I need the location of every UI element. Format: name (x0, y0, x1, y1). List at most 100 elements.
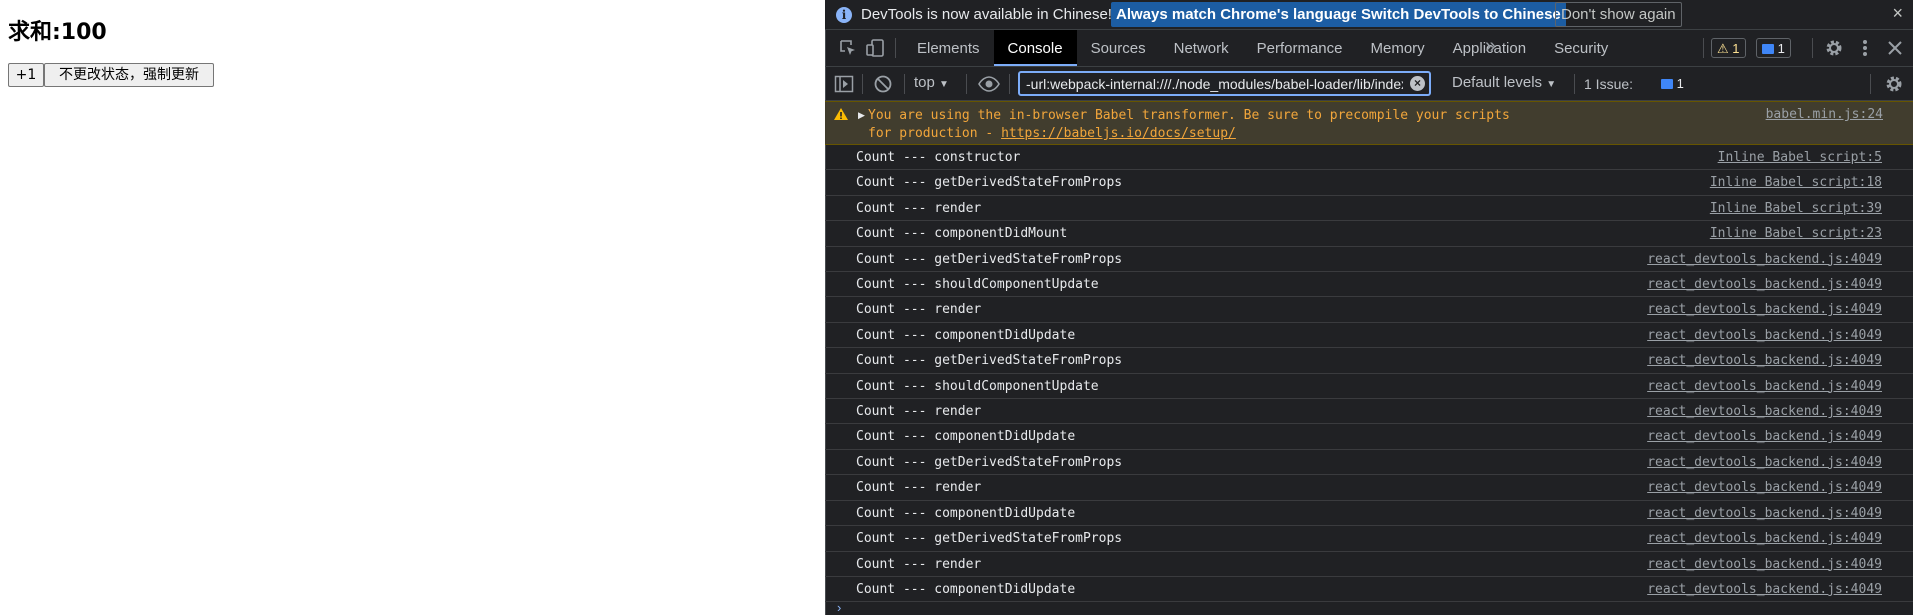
separator (1703, 38, 1704, 58)
clear-filter-icon[interactable]: × (1410, 76, 1425, 91)
log-source-link[interactable]: Inline Babel script:23 (1710, 226, 1882, 241)
inspect-element-icon[interactable] (838, 38, 858, 58)
warning-source-link[interactable]: babel.min.js:24 (1766, 107, 1883, 122)
console-warning-message: ▶ You are using the in-browser Babel tra… (825, 101, 1913, 145)
log-source-link[interactable]: react_devtools_backend.js:4049 (1647, 506, 1882, 521)
tab-memory[interactable]: Memory (1357, 30, 1439, 66)
console-settings-gear-icon[interactable] (1883, 73, 1905, 95)
message-icon (1762, 44, 1774, 54)
log-message: Count --- componentDidMount (856, 226, 1068, 242)
more-options-icon[interactable] (1855, 37, 1875, 59)
log-message: Count --- constructor (856, 150, 1021, 165)
issues-count-badge[interactable]: 1 (1661, 74, 1684, 94)
separator (1574, 74, 1575, 94)
log-source-link[interactable]: react_devtools_backend.js:4049 (1647, 302, 1882, 317)
levels-value: Default levels (1452, 74, 1543, 91)
warnings-count-badge[interactable]: ⚠ 1 (1711, 38, 1746, 58)
issues-button[interactable]: 1 Issue: (1580, 72, 1637, 96)
language-infobar: i DevTools is now available in Chinese! … (825, 0, 1913, 30)
log-message: Count --- componentDidUpdate (856, 429, 1076, 445)
log-source-link[interactable]: react_devtools_backend.js:4049 (1647, 429, 1882, 444)
log-message: Count --- render (856, 302, 982, 318)
log-source-link[interactable]: Inline Babel script:39 (1710, 201, 1882, 216)
log-source-link[interactable]: react_devtools_backend.js:4049 (1647, 404, 1882, 419)
close-devtools-icon[interactable] (1885, 37, 1905, 59)
log-source-link[interactable]: react_devtools_backend.js:4049 (1647, 531, 1882, 546)
devtools-panel: i DevTools is now available in Chinese! … (825, 0, 1913, 615)
separator (895, 38, 896, 58)
chevron-down-icon: ▼ (1546, 79, 1557, 90)
tab-security[interactable]: Security (1540, 30, 1622, 66)
log-source-link[interactable]: react_devtools_backend.js:4049 (1647, 379, 1882, 394)
console-log-row: Count --- componentDidUpdate react_devtoo… (825, 501, 1913, 527)
log-source-link[interactable]: react_devtools_backend.js:4049 (1647, 455, 1882, 470)
log-message: Count --- getDerivedStateFromProps (856, 175, 1123, 191)
log-source-link[interactable]: Inline Babel script:18 (1710, 175, 1882, 190)
log-message: Count --- getDerivedStateFromProps (856, 251, 1123, 267)
log-message: Count --- componentDidUpdate (856, 327, 1076, 343)
expand-triangle-icon[interactable]: ▶ (858, 110, 865, 121)
messages-count-badge[interactable]: 1 (1756, 38, 1791, 58)
log-source-link[interactable]: react_devtools_backend.js:4049 (1647, 252, 1882, 267)
console-log-row: Count --- render react_devtools_backend.j… (825, 552, 1913, 577)
console-log-row: Count --- render react_devtools_backend.j… (825, 475, 1913, 501)
device-toolbar-icon[interactable] (865, 38, 885, 58)
warning-text: You are using the in-browser Babel trans… (868, 107, 1540, 143)
console-log-row: Count --- getDerivedStateFromProps react_… (825, 348, 1913, 374)
log-message: Count --- getDerivedStateFromProps (856, 353, 1123, 369)
log-message: Count --- render (856, 404, 982, 420)
console-prompt-icon[interactable]: › (837, 600, 841, 615)
increment-button[interactable]: +1 (8, 63, 44, 87)
console-log-row: Count --- shouldComponentUpdate react_dev… (825, 272, 1913, 298)
console-log-row: Count --- getDerivedStateFromProps react_… (825, 526, 1913, 552)
separator (904, 74, 905, 94)
log-source-link[interactable]: react_devtools_backend.js:4049 (1647, 557, 1882, 572)
console-log-row: Count --- constructor Inline Babel script… (825, 145, 1913, 171)
console-filter-input[interactable] (1018, 71, 1431, 96)
clear-console-icon[interactable] (873, 74, 893, 94)
console-log-row: Count --- shouldComponentUpdate react_dev… (825, 374, 1913, 400)
log-message: Count --- getDerivedStateFromProps (856, 454, 1123, 470)
log-source-link[interactable]: react_devtools_backend.js:4049 (1647, 328, 1882, 343)
warning-icon (834, 108, 848, 120)
log-source-link[interactable]: react_devtools_backend.js:4049 (1647, 480, 1882, 495)
console-log-row: Count --- componentDidUpdate react_devtoo… (825, 323, 1913, 349)
dont-show-again-button[interactable]: Don't show again (1555, 2, 1682, 27)
log-levels-dropdown[interactable]: Default levels ▼ (1452, 74, 1556, 91)
issues-count: 1 (1676, 76, 1684, 91)
live-expression-eye-icon[interactable] (977, 75, 1001, 93)
babel-setup-link[interactable]: https://babeljs.io/docs/setup/ (1001, 126, 1236, 141)
close-icon[interactable]: × (1892, 3, 1903, 24)
console-log-row: Count --- render react_devtools_backend.j… (825, 297, 1913, 323)
console-toolbar: top ▼ × Default levels ▼ 1 Issue: 1 (825, 67, 1913, 101)
devtools-tabbar: Elements Console Sources Network Performance… (825, 30, 1913, 67)
tab-console[interactable]: Console (993, 30, 1077, 66)
tab-elements[interactable]: Elements (903, 30, 994, 66)
issue-message-icon (1661, 79, 1673, 89)
switch-chinese-button[interactable]: Switch DevTools to Chinese (1356, 2, 1566, 27)
match-language-button[interactable]: Always match Chrome's language (1111, 2, 1364, 27)
force-update-button[interactable]: 不更改状态，强制更新 (44, 63, 214, 87)
separator (966, 74, 967, 94)
log-message: Count --- render (856, 556, 982, 572)
log-message: Count --- shouldComponentUpdate (856, 378, 1099, 394)
log-source-link[interactable]: react_devtools_backend.js:4049 (1647, 277, 1882, 292)
more-tabs-icon[interactable]: » (1485, 35, 1496, 58)
settings-gear-icon[interactable] (1823, 37, 1845, 59)
sidebar-toggle-icon[interactable] (834, 75, 854, 93)
log-source-link[interactable]: Inline Babel script:5 (1718, 150, 1882, 165)
panel-tabs: Elements Console Sources Network Performance… (903, 30, 1622, 66)
tab-performance[interactable]: Performance (1243, 30, 1357, 66)
separator (1009, 74, 1010, 94)
separator (862, 74, 863, 94)
console-log-row: Count --- componentDidUpdate react_devtoo… (825, 424, 1913, 450)
tab-sources[interactable]: Sources (1077, 30, 1160, 66)
log-message: Count --- componentDidUpdate (856, 581, 1076, 597)
context-selector[interactable]: top ▼ (914, 74, 949, 91)
infobar-message: DevTools is now available in Chinese! (861, 6, 1112, 23)
log-source-link[interactable]: react_devtools_backend.js:4049 (1647, 582, 1882, 597)
console-log-row: Count --- componentDidMount Inline Babel … (825, 221, 1913, 247)
tab-network[interactable]: Network (1160, 30, 1243, 66)
log-source-link[interactable]: react_devtools_backend.js:4049 (1647, 353, 1882, 368)
log-message: Count --- componentDidUpdate (856, 505, 1076, 521)
